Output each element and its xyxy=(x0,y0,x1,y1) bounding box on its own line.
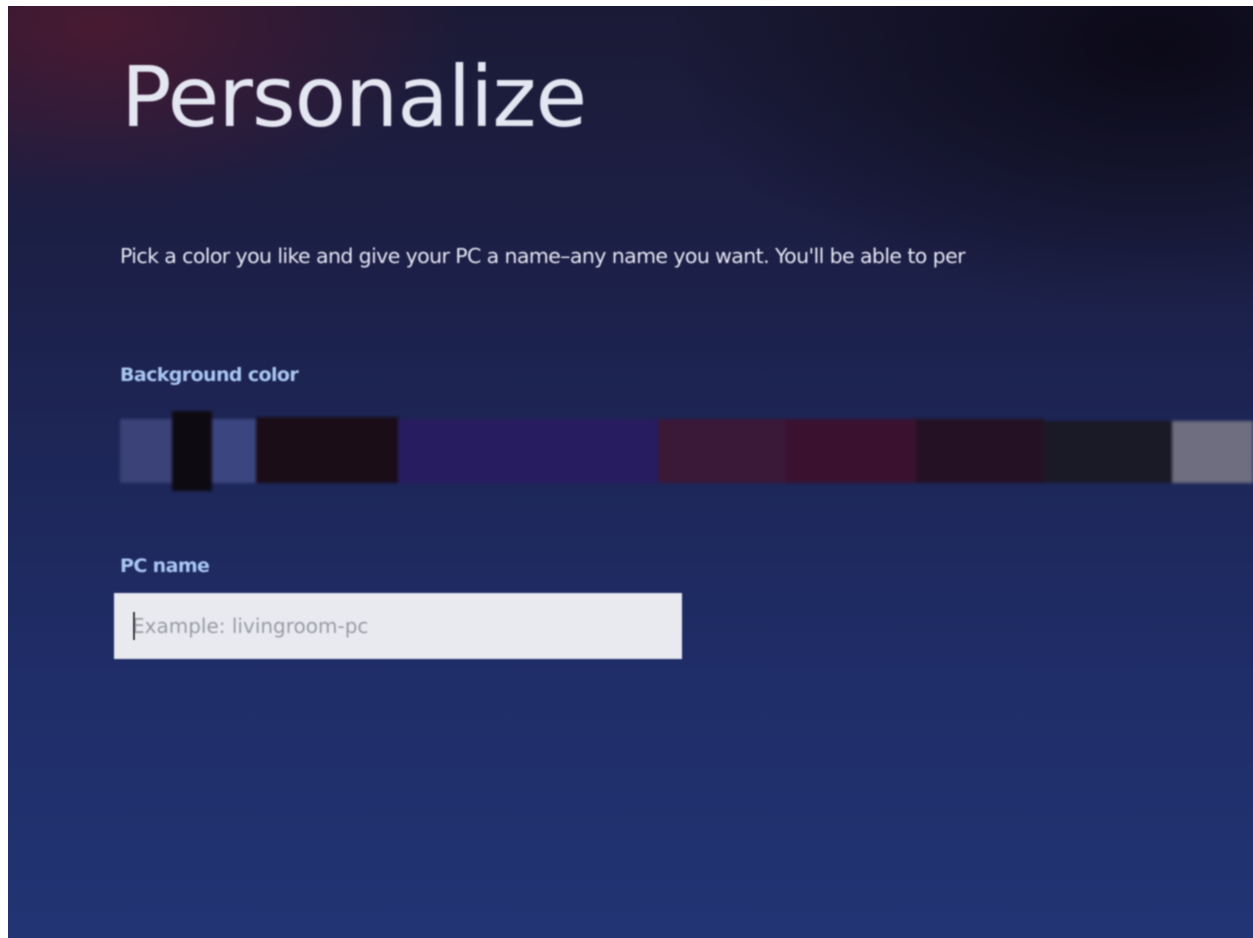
page-title: Personalize xyxy=(121,48,587,146)
color-swatch-3[interactable] xyxy=(212,419,256,483)
color-swatch-7[interactable] xyxy=(786,419,916,483)
color-swatch-4[interactable] xyxy=(256,417,398,483)
background-color-label: Background color xyxy=(120,364,299,386)
color-swatch-6[interactable] xyxy=(658,419,786,483)
color-swatch-2[interactable] xyxy=(172,411,212,491)
page-description: Pick a color you like and give your PC a… xyxy=(120,244,966,268)
color-swatch-1[interactable] xyxy=(120,419,172,483)
color-swatch-9[interactable] xyxy=(1044,421,1172,483)
setup-screen: Personalize Pick a color you like and gi… xyxy=(8,6,1253,938)
pc-name-input[interactable] xyxy=(114,593,682,659)
color-swatch-10[interactable] xyxy=(1172,421,1253,483)
color-swatch-5[interactable] xyxy=(398,419,658,483)
background-color-picker xyxy=(120,411,1253,491)
color-swatch-8[interactable] xyxy=(916,419,1044,483)
text-caret xyxy=(133,612,135,640)
pc-name-label: PC name xyxy=(120,555,210,577)
